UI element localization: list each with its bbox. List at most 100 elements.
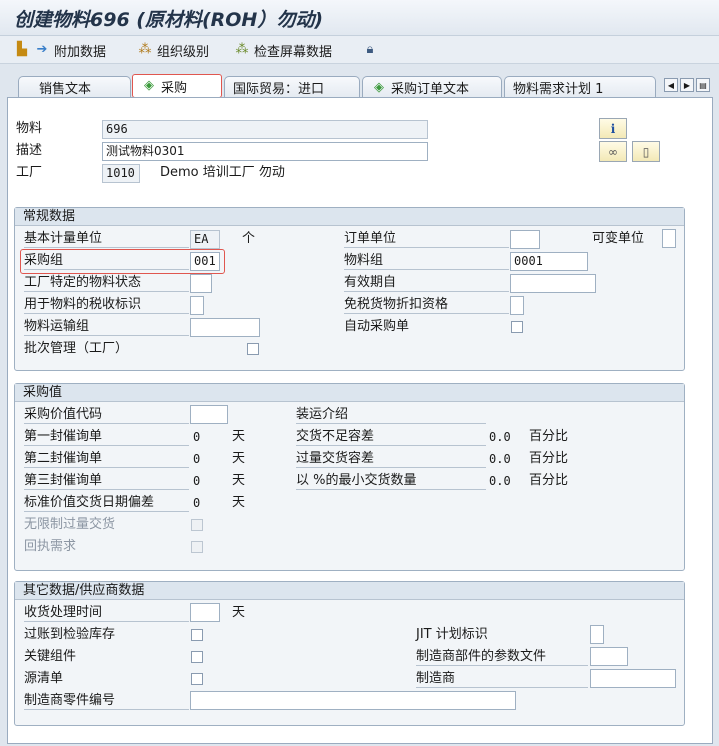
check-screen-button[interactable]: ⁂ 检查屏幕数据: [234, 40, 333, 60]
check-hierarchy-icon: ⁂: [235, 42, 249, 57]
unlimited-overdelivery-checkbox[interactable]: [191, 519, 203, 531]
tax-free-discount-label: 免税货物折扣资格: [344, 296, 509, 314]
transport-group-field[interactable]: [190, 318, 260, 337]
auto-po-checkbox[interactable]: [511, 321, 523, 333]
tab-scroll-left-button[interactable]: ◀: [664, 78, 678, 92]
group-title: 常规数据: [15, 208, 684, 226]
underdelivery-tolerance-value: 0.0: [489, 430, 511, 444]
base-uom-label: 基本计量单位: [24, 230, 189, 248]
plant-name: Demo 培训工厂 勿动: [160, 165, 285, 180]
gr-processing-time-unit: 天: [232, 605, 246, 620]
base-uom-field[interactable]: EA: [190, 230, 220, 249]
check-screen-label: 检查屏幕数据: [254, 44, 333, 60]
org-levels-label: 组织级别: [157, 44, 210, 60]
critical-part-checkbox[interactable]: [191, 651, 203, 663]
reminder1-unit: 天: [232, 429, 246, 444]
hierarchy-icon: ⁂: [138, 42, 152, 57]
additional-data-label: 附加数据: [54, 44, 107, 60]
valid-from-field[interactable]: [510, 274, 596, 293]
overdelivery-tolerance-label: 过量交货容差: [296, 450, 486, 468]
manufacturer-field[interactable]: [590, 669, 676, 688]
title-bar: 创建物料696 (原材料(ROH）勿动): [0, 0, 719, 36]
jit-indicator-label: JIT 计划标识: [416, 627, 488, 642]
plant-status-label: 工厂特定的物料状态: [24, 274, 189, 292]
mfr-part-number-field[interactable]: [190, 691, 516, 710]
purchasing-group-field[interactable]: 001: [190, 252, 220, 271]
purchasing-group-label: 采购组: [24, 252, 189, 270]
tab-foreign-trade-import[interactable]: 国际贸易：进口: [224, 76, 360, 98]
material-group-label: 物料组: [344, 252, 509, 270]
page-title: 创建物料696 (原材料(ROH）勿动): [14, 9, 324, 31]
tab-mrp1[interactable]: 物料需求计划 1: [504, 76, 656, 98]
description-field[interactable]: 测试物料0301: [102, 142, 428, 161]
mfr-part-number-label: 制造商零件编号: [24, 692, 189, 710]
tab-po-text[interactable]: ◈ 采购订单文本: [362, 76, 502, 98]
lock-button[interactable]: 🔒︎: [362, 40, 378, 60]
tab-label: 国际贸易：进口: [233, 82, 325, 97]
reminder2-value: 0: [193, 452, 201, 466]
plant-label: 工厂: [16, 165, 43, 180]
manufacturer-label: 制造商: [416, 670, 588, 688]
shipping-instructions-label: 装运介绍: [296, 406, 486, 424]
material-label: 物料: [16, 121, 43, 136]
acknowledgement-required-checkbox[interactable]: [191, 541, 203, 553]
purch-value-key-label: 采购价值代码: [24, 406, 189, 424]
transport-group-label: 物料运输组: [24, 318, 189, 336]
chevron-right-icon: ▶: [683, 80, 691, 90]
std-delivery-deviation-label: 标准价值交货日期偏差: [24, 494, 189, 512]
info-button[interactable]: i: [599, 118, 627, 139]
tax-free-discount-field[interactable]: [510, 296, 524, 315]
tab-label: 采购: [161, 80, 188, 96]
valid-from-label: 有效期自: [344, 274, 509, 292]
mpn-profile-label: 制造商部件的参数文件: [416, 648, 588, 666]
reminder1-value: 0: [193, 430, 201, 444]
mpn-profile-field[interactable]: [590, 647, 628, 666]
std-delivery-deviation-value: 0: [193, 496, 201, 510]
chevron-left-icon: ◀: [667, 80, 675, 90]
tab-list-button[interactable]: ▤: [696, 78, 710, 92]
material-field[interactable]: 696: [102, 120, 428, 139]
document-icon: ▯: [642, 144, 650, 159]
std-delivery-deviation-unit: 天: [232, 495, 246, 510]
post-to-inspection-label: 过账到检验库存: [24, 627, 116, 642]
reminder2-label: 第二封催询单: [24, 450, 189, 468]
tab-list-icon: ▤: [699, 80, 707, 90]
additional-data-button[interactable]: ▙ ➔ 附加数据: [14, 40, 106, 60]
post-to-inspection-checkbox[interactable]: [191, 629, 203, 641]
material-group-field[interactable]: 0001: [510, 252, 588, 271]
document-button[interactable]: ▯: [632, 141, 660, 162]
check-shield-icon: ◈: [144, 78, 154, 93]
check-shield-icon: ◈: [374, 79, 384, 95]
tab-purchasing[interactable]: ◈ 采购: [132, 74, 222, 98]
group-title: 其它数据/供应商数据: [15, 582, 684, 600]
tab-scroll-right-button[interactable]: ▶: [680, 78, 694, 92]
base-uom-text: 个: [242, 231, 256, 246]
plant-field[interactable]: 1010: [102, 164, 140, 183]
info-icon: i: [610, 121, 616, 136]
tab-strip: 销售文本 ◈ 采购 国际贸易：进口 ◈ 采购订单文本 物料需求计划 1 ◀ ▶ …: [0, 72, 719, 98]
batch-management-checkbox[interactable]: [247, 343, 259, 355]
plant-status-field[interactable]: [190, 274, 212, 293]
tab-sales-text[interactable]: 销售文本: [18, 76, 131, 98]
purch-value-key-field[interactable]: [190, 405, 228, 424]
batch-management-label: 批次管理（工厂）: [24, 341, 129, 356]
overdelivery-tolerance-unit: 百分比: [529, 451, 569, 466]
order-unit-field[interactable]: [510, 230, 540, 249]
tab-label: 销售文本: [39, 82, 92, 97]
application-toolbar: ▙ ➔ 附加数据 ⁂ 组织级别 ⁂ 检查屏幕数据 🔒︎: [0, 36, 719, 64]
reminder3-label: 第三封催询单: [24, 472, 189, 490]
min-delivery-qty-label: 以 %的最小交货数量: [296, 472, 486, 490]
gr-processing-time-field[interactable]: [190, 603, 220, 622]
tax-indicator-field[interactable]: [190, 296, 204, 315]
glasses-button[interactable]: ∞: [599, 141, 627, 162]
variable-unit-field[interactable]: [662, 229, 676, 248]
jit-indicator-field[interactable]: [590, 625, 604, 644]
reminder3-unit: 天: [232, 473, 246, 488]
auto-po-label: 自动采购单: [344, 319, 410, 334]
overdelivery-tolerance-value: 0.0: [489, 452, 511, 466]
org-levels-button[interactable]: ⁂ 组织级别: [137, 40, 210, 60]
order-unit-label: 订单单位: [344, 230, 509, 248]
source-list-label: 源清单: [24, 671, 64, 686]
critical-part-label: 关键组件: [24, 649, 77, 664]
source-list-checkbox[interactable]: [191, 673, 203, 685]
